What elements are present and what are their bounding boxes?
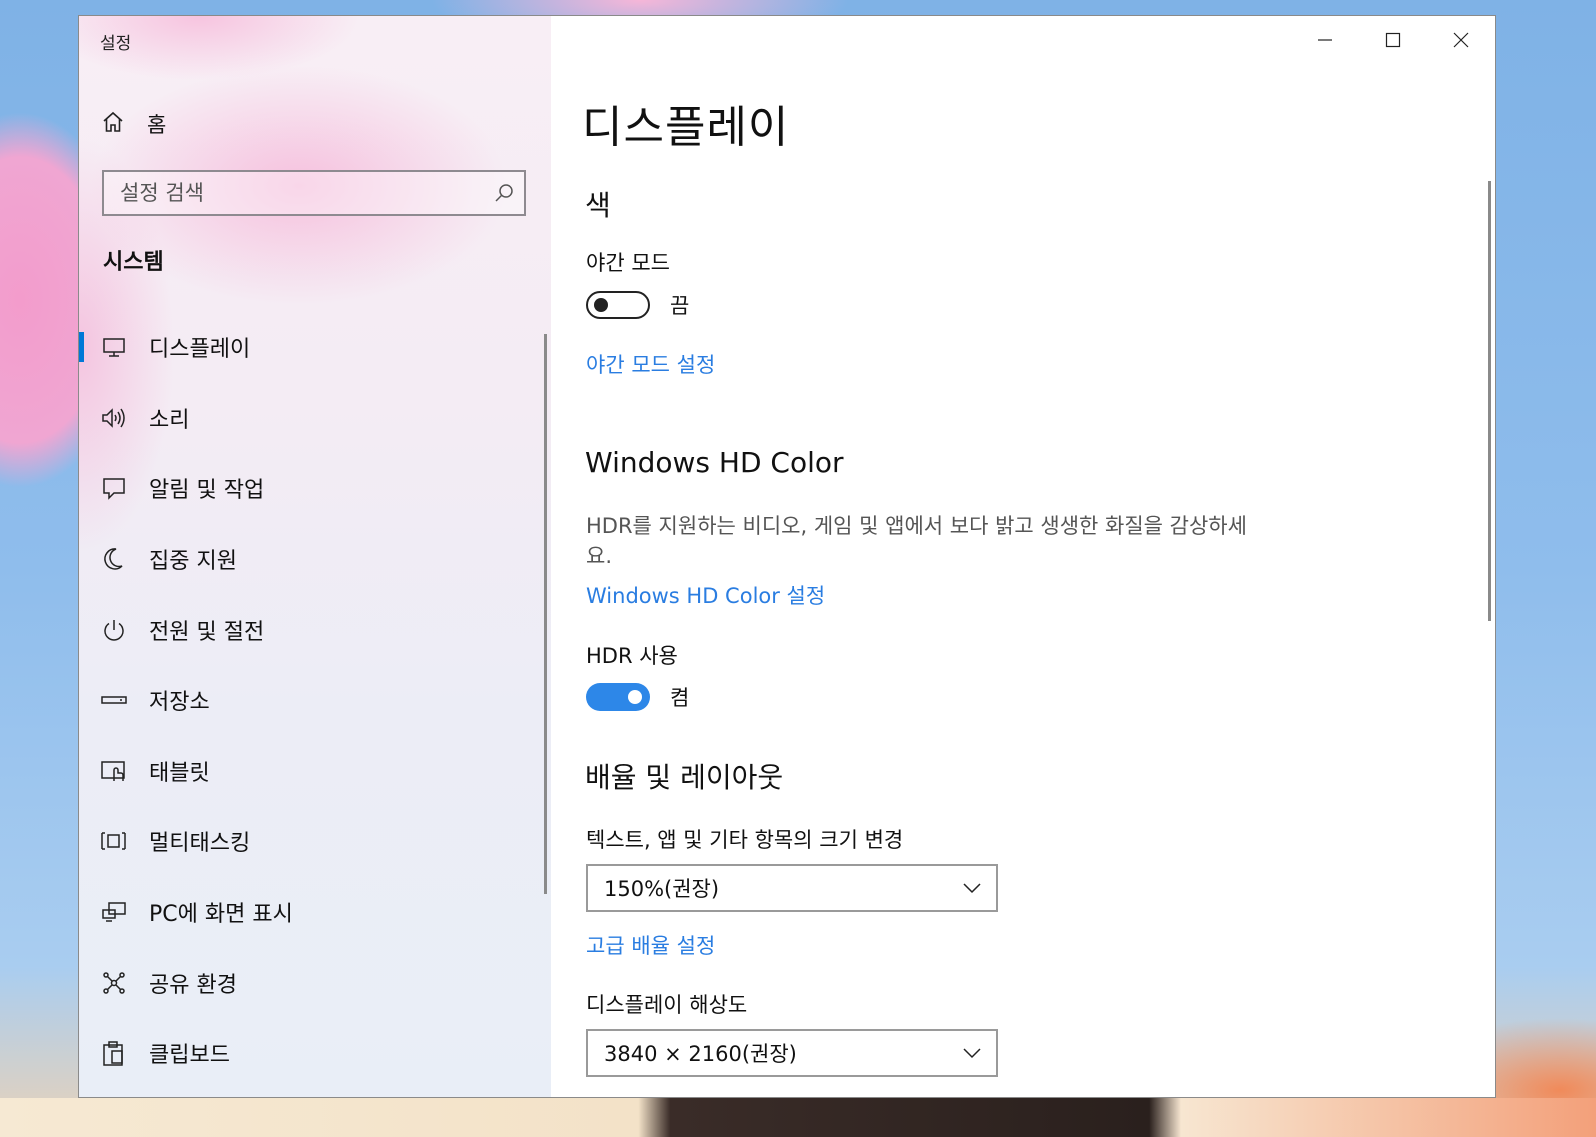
resolution-label: 디스플레이 해상도 bbox=[586, 993, 748, 1017]
night-mode-settings-link[interactable]: 야간 모드 설정 bbox=[586, 349, 715, 379]
speaker-icon bbox=[101, 405, 127, 431]
sidebar-item-label: 공유 환경 bbox=[149, 972, 237, 998]
minimize-icon bbox=[1318, 39, 1332, 41]
toggle-knob bbox=[628, 690, 642, 704]
settings-window: 설정 홈 시스템 bbox=[78, 15, 1496, 1098]
app-title: 설정 bbox=[100, 34, 132, 54]
section-title: 시스템 bbox=[103, 250, 164, 275]
sidebar-item-clipboard[interactable]: 클립보드 bbox=[79, 1018, 541, 1089]
night-mode-toggle[interactable] bbox=[586, 291, 650, 319]
scale-dropdown[interactable]: 150%(권장) bbox=[586, 864, 998, 912]
multitasking-icon bbox=[101, 828, 127, 854]
monitor-icon bbox=[101, 334, 127, 360]
scale-layout-heading: 배율 및 레이아웃 bbox=[585, 761, 784, 794]
hdr-toggle[interactable] bbox=[586, 683, 650, 711]
sidebar-item-label: 알림 및 작업 bbox=[149, 478, 265, 504]
home-label: 홈 bbox=[147, 113, 167, 137]
night-mode-label: 야간 모드 bbox=[586, 251, 670, 275]
tablet-icon bbox=[101, 758, 127, 784]
clipboard-icon bbox=[101, 1040, 127, 1066]
sidebar-item-focus-assist[interactable]: 집중 지원 bbox=[79, 524, 541, 595]
sidebar: 설정 홈 시스템 bbox=[79, 16, 551, 1097]
hdr-label: HDR 사용 bbox=[586, 644, 678, 668]
sidebar-item-shared-experiences[interactable]: 공유 환경 bbox=[79, 947, 541, 1018]
storage-icon bbox=[101, 687, 127, 713]
maximize-button[interactable] bbox=[1359, 16, 1427, 64]
sidebar-item-power[interactable]: 전원 및 절전 bbox=[79, 594, 541, 665]
moon-icon bbox=[101, 546, 127, 572]
main-content: 디스플레이 색 야간 모드 끔 야간 모드 설정 Windows HD Colo… bbox=[551, 16, 1495, 1097]
sidebar-item-label: 집중 지원 bbox=[149, 549, 237, 575]
sidebar-item-label: 멀티태스킹 bbox=[149, 831, 251, 857]
sidebar-item-sound[interactable]: 소리 bbox=[79, 383, 541, 454]
hd-color-settings-link[interactable]: Windows HD Color 설정 bbox=[586, 580, 825, 610]
hdr-toggle-row: 켬 bbox=[586, 682, 689, 712]
chevron-down-icon bbox=[963, 1048, 981, 1059]
close-button[interactable] bbox=[1427, 16, 1495, 64]
page-title: 디스플레이 bbox=[582, 102, 790, 153]
hd-color-description: HDR를 지원하는 비디오, 게임 및 앱에서 보다 밝고 생생한 화질을 감상… bbox=[586, 514, 1247, 568]
minimize-button[interactable] bbox=[1291, 16, 1359, 64]
night-mode-state: 끔 bbox=[670, 294, 690, 318]
sidebar-item-storage[interactable]: 저장소 bbox=[79, 665, 541, 736]
sidebar-item-label: PC에 화면 표시 bbox=[149, 902, 293, 928]
search-icon[interactable] bbox=[484, 183, 524, 203]
chevron-down-icon bbox=[963, 883, 981, 894]
scale-label: 텍스트, 앱 및 기타 항목의 크기 변경 bbox=[586, 828, 904, 852]
sidebar-item-projecting[interactable]: PC에 화면 표시 bbox=[79, 877, 541, 948]
sidebar-item-multitasking[interactable]: 멀티태스킹 bbox=[79, 806, 541, 877]
home-icon bbox=[101, 110, 125, 138]
sidebar-item-label: 전원 및 절전 bbox=[149, 619, 265, 645]
resolution-value: 3840 × 2160(권장) bbox=[604, 1042, 797, 1066]
sidebar-item-notifications[interactable]: 알림 및 작업 bbox=[79, 453, 541, 524]
power-icon bbox=[101, 617, 127, 643]
projecting-icon bbox=[101, 899, 127, 925]
search-input[interactable] bbox=[104, 181, 484, 205]
sidebar-item-label: 태블릿 bbox=[149, 760, 210, 786]
window-controls bbox=[1291, 16, 1495, 64]
night-mode-toggle-row: 끔 bbox=[586, 290, 689, 320]
sidebar-item-label: 클립보드 bbox=[149, 1043, 230, 1069]
sidebar-item-display[interactable]: 디스플레이 bbox=[79, 312, 541, 383]
sidebar-item-tablet[interactable]: 태블릿 bbox=[79, 736, 541, 807]
search-box[interactable] bbox=[102, 170, 526, 216]
close-icon bbox=[1453, 32, 1469, 48]
hd-color-heading: Windows HD Color bbox=[585, 446, 844, 479]
scale-value: 150%(권장) bbox=[604, 877, 720, 901]
home-nav-item[interactable]: 홈 bbox=[101, 109, 166, 139]
notification-icon bbox=[101, 475, 127, 501]
advanced-scaling-link[interactable]: 고급 배율 설정 bbox=[586, 930, 715, 960]
share-icon bbox=[101, 970, 127, 996]
desktop-background bbox=[0, 1098, 1596, 1137]
sidebar-item-label: 소리 bbox=[149, 407, 190, 433]
main-scrollbar[interactable] bbox=[1488, 181, 1491, 621]
hdr-state: 켬 bbox=[670, 686, 690, 710]
sidebar-item-label: 디스플레이 bbox=[149, 337, 251, 363]
toggle-knob bbox=[594, 298, 608, 312]
maximize-icon bbox=[1385, 32, 1401, 48]
sidebar-scrollbar[interactable] bbox=[544, 334, 547, 894]
sidebar-nav: 디스플레이 소리 알림 및 작업 집중 지원 전원 및 절전 저장소 태블릿 멀… bbox=[79, 312, 541, 1089]
color-heading: 색 bbox=[585, 189, 611, 222]
resolution-dropdown[interactable]: 3840 × 2160(권장) bbox=[586, 1029, 998, 1077]
sidebar-item-label: 저장소 bbox=[149, 690, 210, 716]
